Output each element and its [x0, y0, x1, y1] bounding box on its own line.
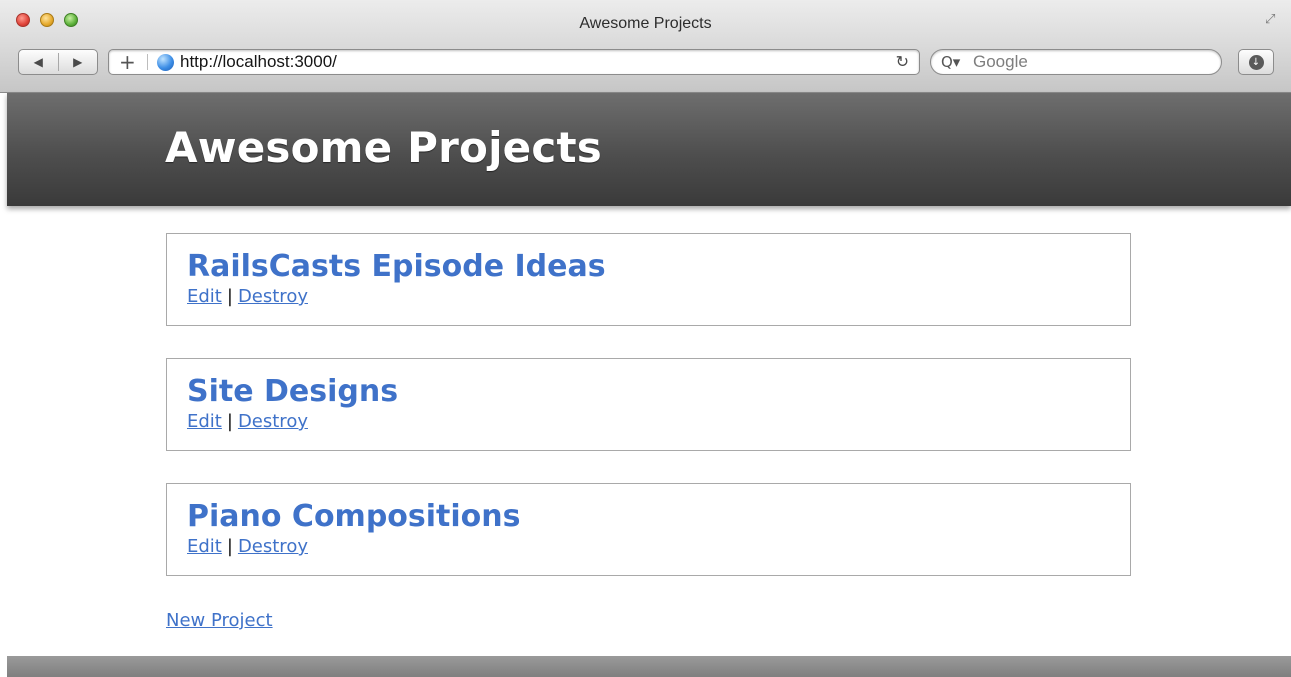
- project-card: RailsCasts Episode Ideas Edit | Destroy: [166, 233, 1131, 326]
- search-icon[interactable]: Q▾: [941, 51, 960, 73]
- window-title: Awesome Projects: [579, 15, 712, 32]
- search-input[interactable]: [973, 50, 1203, 74]
- search-bar[interactable]: Q▾: [930, 49, 1222, 75]
- new-project-link[interactable]: New Project: [166, 610, 273, 631]
- downloads-button[interactable]: ↓: [1238, 49, 1274, 75]
- project-actions: Edit | Destroy: [187, 286, 1110, 308]
- destroy-link[interactable]: Destroy: [238, 536, 308, 557]
- downloads-icon: ↓: [1248, 54, 1264, 70]
- edit-link[interactable]: Edit: [187, 411, 222, 432]
- destroy-link[interactable]: Destroy: [238, 411, 308, 432]
- back-forward-buttons: ◀ ▶: [18, 49, 98, 75]
- action-separator: |: [226, 536, 233, 557]
- project-actions: Edit | Destroy: [187, 536, 1110, 558]
- title-bar: Awesome Projects ⤢: [0, 0, 1291, 44]
- page-title: Awesome Projects: [165, 123, 602, 172]
- browser-window-chrome: Awesome Projects ⤢ ◀ ▶ + http://localhos…: [0, 0, 1291, 93]
- url-text[interactable]: http://localhost:3000/: [180, 50, 337, 74]
- project-card: Site Designs Edit | Destroy: [166, 358, 1131, 451]
- edit-link[interactable]: Edit: [187, 536, 222, 557]
- project-name-link[interactable]: Piano Compositions: [187, 498, 1110, 536]
- address-divider: [147, 54, 148, 70]
- project-name-link[interactable]: RailsCasts Episode Ideas: [187, 248, 1110, 286]
- browser-toolbar: ◀ ▶ + http://localhost:3000/ ↻ Q▾ ↓: [0, 44, 1291, 92]
- globe-icon: [157, 54, 174, 71]
- project-card: Piano Compositions Edit | Destroy: [166, 483, 1131, 576]
- reload-icon[interactable]: ↻: [896, 50, 909, 74]
- back-icon[interactable]: ◀: [19, 55, 58, 69]
- action-separator: |: [226, 286, 233, 307]
- fullscreen-icon[interactable]: ⤢: [1265, 12, 1281, 28]
- action-separator: |: [226, 411, 233, 432]
- forward-icon[interactable]: ▶: [59, 55, 98, 69]
- project-name-link[interactable]: Site Designs: [187, 373, 1110, 411]
- address-bar[interactable]: + http://localhost:3000/ ↻: [108, 49, 920, 75]
- add-bookmark-icon[interactable]: +: [119, 50, 136, 74]
- site-header: Awesome Projects: [7, 93, 1291, 206]
- project-actions: Edit | Destroy: [187, 411, 1110, 433]
- destroy-link[interactable]: Destroy: [238, 286, 308, 307]
- edit-link[interactable]: Edit: [187, 286, 222, 307]
- page-footer-bar: [7, 656, 1291, 677]
- project-list: RailsCasts Episode Ideas Edit | Destroy Si…: [166, 233, 1131, 608]
